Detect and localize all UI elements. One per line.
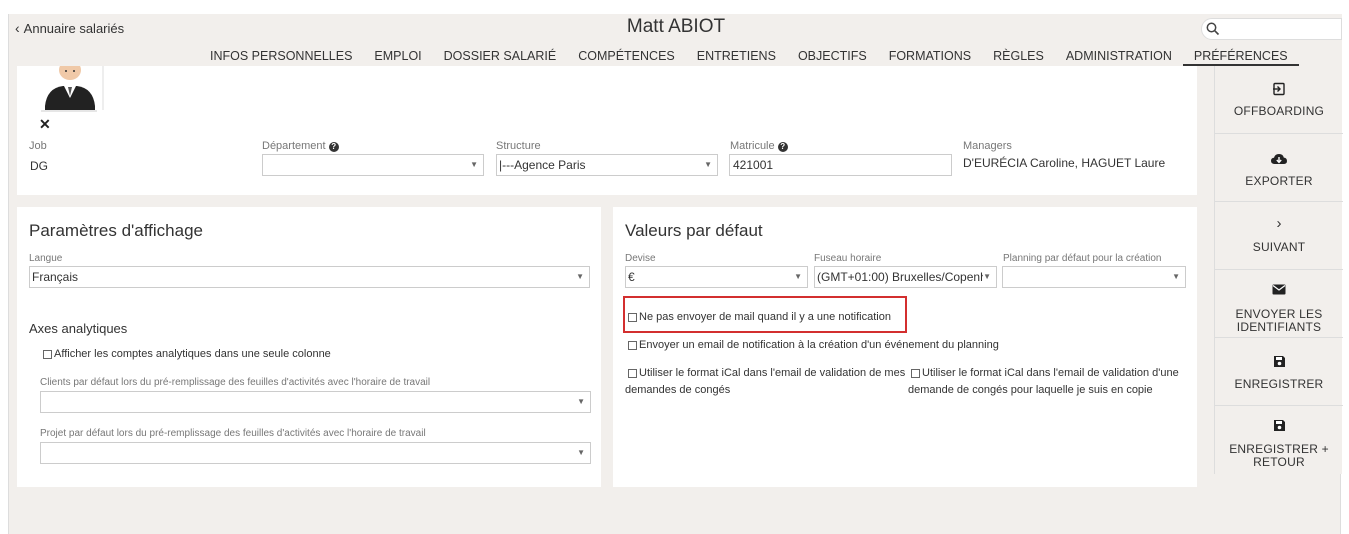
- email-planning-checkbox[interactable]: [628, 340, 637, 350]
- suivant-label: SUIVANT: [1252, 240, 1306, 254]
- envelope-icon: [1272, 284, 1286, 295]
- search-icon: [1206, 22, 1220, 36]
- tab-emploi[interactable]: EMPLOI: [363, 48, 432, 66]
- matricule-input[interactable]: 421001: [729, 154, 952, 176]
- clients-select[interactable]: ▼: [40, 391, 591, 413]
- langue-select[interactable]: Français ▼: [29, 266, 590, 288]
- display-params-card: Paramètres d'affichage Langue Français ▼ …: [17, 207, 601, 487]
- ical-mes-demandes-checkbox[interactable]: [628, 369, 637, 378]
- no-mail-label: Ne pas envoyer de mail quand il y a une …: [639, 311, 891, 323]
- caret-down-icon: ▼: [983, 267, 991, 287]
- offboarding-button[interactable]: OFFBOARDING: [1215, 66, 1343, 134]
- envoyer-label-2: IDENTIFIANTS: [1236, 320, 1322, 334]
- email-planning-label: Envoyer un email de notification à la cr…: [639, 339, 999, 351]
- job-label: Job: [29, 140, 47, 152]
- axes-title: Axes analytiques: [29, 321, 128, 336]
- top-bar: ‹ Annuaire salariés Matt ABIOT INFOS PER…: [9, 14, 1342, 66]
- enregistrer-retour-button[interactable]: ENREGISTRER + RETOUR: [1215, 406, 1343, 474]
- tab-formations[interactable]: FORMATIONS: [878, 48, 982, 66]
- ical-copie-row[interactable]: Utiliser le format iCal dans l'email de …: [908, 365, 1179, 399]
- email-planning-checkbox-row[interactable]: Envoyer un email de notification à la cr…: [628, 339, 999, 351]
- enregistrer-retour-label-2: RETOUR: [1253, 455, 1305, 469]
- matricule-label: Matricule ?: [730, 140, 788, 152]
- profile-card: ✕ Job DG Département ? ▼ Structure |---A…: [17, 66, 1197, 195]
- chevron-right-icon: ›: [1276, 215, 1282, 232]
- tab-règles[interactable]: RÈGLES: [982, 48, 1055, 66]
- offboarding-label: OFFBOARDING: [1233, 104, 1325, 118]
- projet-label: Projet par défaut lors du pré-remplissag…: [40, 428, 426, 439]
- tab-entretiens[interactable]: ENTRETIENS: [686, 48, 787, 66]
- structure-select[interactable]: |---Agence Paris ▼: [496, 154, 718, 176]
- save-icon: [1273, 356, 1285, 367]
- no-mail-checkbox-row[interactable]: Ne pas envoyer de mail quand il y a une …: [628, 311, 891, 323]
- tab-compétences[interactable]: COMPÉTENCES: [567, 48, 686, 66]
- display-params-title: Paramètres d'affichage: [29, 221, 203, 240]
- tab-préférences[interactable]: PRÉFÉRENCES: [1182, 48, 1299, 66]
- caret-down-icon: ▼: [470, 160, 478, 169]
- remove-photo-icon[interactable]: ✕: [39, 116, 51, 133]
- page-title: Matt ABIOT: [626, 16, 726, 37]
- logout-icon: [1273, 82, 1285, 96]
- caret-down-icon: ▼: [577, 397, 585, 406]
- structure-label: Structure: [496, 140, 541, 152]
- defaults-title: Valeurs par défaut: [625, 221, 763, 240]
- tab-infos-personnelles[interactable]: INFOS PERSONNELLES: [199, 48, 363, 66]
- planning-label: Planning par défaut pour la création: [1003, 253, 1162, 264]
- avatar: [33, 66, 105, 114]
- langue-label: Langue: [29, 253, 63, 264]
- help-icon[interactable]: ?: [777, 142, 788, 152]
- caret-down-icon: ▼: [1172, 272, 1180, 281]
- enregistrer-button[interactable]: ENREGISTRER: [1215, 338, 1343, 406]
- tab-administration[interactable]: ADMINISTRATION: [1055, 48, 1183, 66]
- projet-select[interactable]: ▼: [40, 442, 591, 464]
- departement-label: Département ?: [262, 140, 339, 152]
- afficher-comptes-label: Afficher les comptes analytiques dans un…: [54, 348, 331, 360]
- managers-label: Managers: [963, 140, 1012, 152]
- save-return-icon: [1273, 420, 1285, 431]
- afficher-comptes-checkbox-row[interactable]: Afficher les comptes analytiques dans un…: [43, 348, 331, 360]
- action-sidebar: OFFBOARDING EXPORTER › SUIVANT ENVOYER L…: [1214, 66, 1343, 474]
- ical-copie-label-2: demande de congés pour laquelle je suis …: [908, 384, 1153, 396]
- tab-dossier-salarié[interactable]: DOSSIER SALARIÉ: [433, 48, 568, 66]
- managers-value: D'EURÉCIA Caroline, HAGUET Laure: [963, 156, 1166, 170]
- cloud-download-icon: [1271, 154, 1287, 164]
- caret-down-icon: ▼: [577, 448, 585, 457]
- devise-label: Devise: [625, 253, 656, 264]
- ical-mes-demandes-label-2: demandes de congés: [625, 384, 731, 396]
- envoyer-identifiants-button[interactable]: ENVOYER LES IDENTIFIANTS: [1215, 270, 1343, 338]
- tab-objectifs[interactable]: OBJECTIFS: [787, 48, 878, 66]
- enregistrer-label: ENREGISTRER: [1234, 377, 1324, 391]
- devise-select[interactable]: € ▼: [625, 266, 808, 288]
- tab-bar: INFOS PERSONNELLES EMPLOI DOSSIER SALARIÉ C…: [199, 48, 1299, 66]
- ical-copie-label-1: Utiliser le format iCal dans l'email de …: [922, 367, 1179, 379]
- afficher-comptes-checkbox[interactable]: [43, 349, 52, 359]
- caret-down-icon: ▼: [704, 160, 712, 169]
- help-icon[interactable]: ?: [328, 142, 339, 152]
- defaults-card: Valeurs par défaut Devise € ▼ Fuseau hora…: [613, 207, 1197, 487]
- fuseau-label: Fuseau horaire: [814, 253, 882, 264]
- departement-select[interactable]: ▼: [262, 154, 484, 176]
- search-input[interactable]: [1201, 18, 1342, 40]
- job-value: DG: [30, 159, 48, 173]
- ical-mes-demandes-row[interactable]: Utiliser le format iCal dans l'email de …: [625, 365, 905, 399]
- suivant-button[interactable]: › SUIVANT: [1215, 202, 1343, 270]
- ical-mes-demandes-label-1: Utiliser le format iCal dans l'email de …: [639, 367, 906, 379]
- clients-label: Clients par défaut lors du pré-remplissa…: [40, 377, 431, 388]
- exporter-label: EXPORTER: [1245, 174, 1313, 188]
- ical-copie-checkbox[interactable]: [911, 369, 920, 378]
- exporter-button[interactable]: EXPORTER: [1215, 134, 1343, 202]
- no-mail-checkbox[interactable]: [628, 312, 637, 322]
- app-frame: ‹ Annuaire salariés Matt ABIOT INFOS PER…: [8, 14, 1343, 534]
- caret-down-icon: ▼: [576, 272, 584, 281]
- caret-down-icon: ▼: [794, 272, 802, 281]
- fuseau-select[interactable]: (GMT+01:00) Bruxelles/Copenh ▼: [814, 266, 997, 288]
- planning-select[interactable]: ▼: [1002, 266, 1186, 288]
